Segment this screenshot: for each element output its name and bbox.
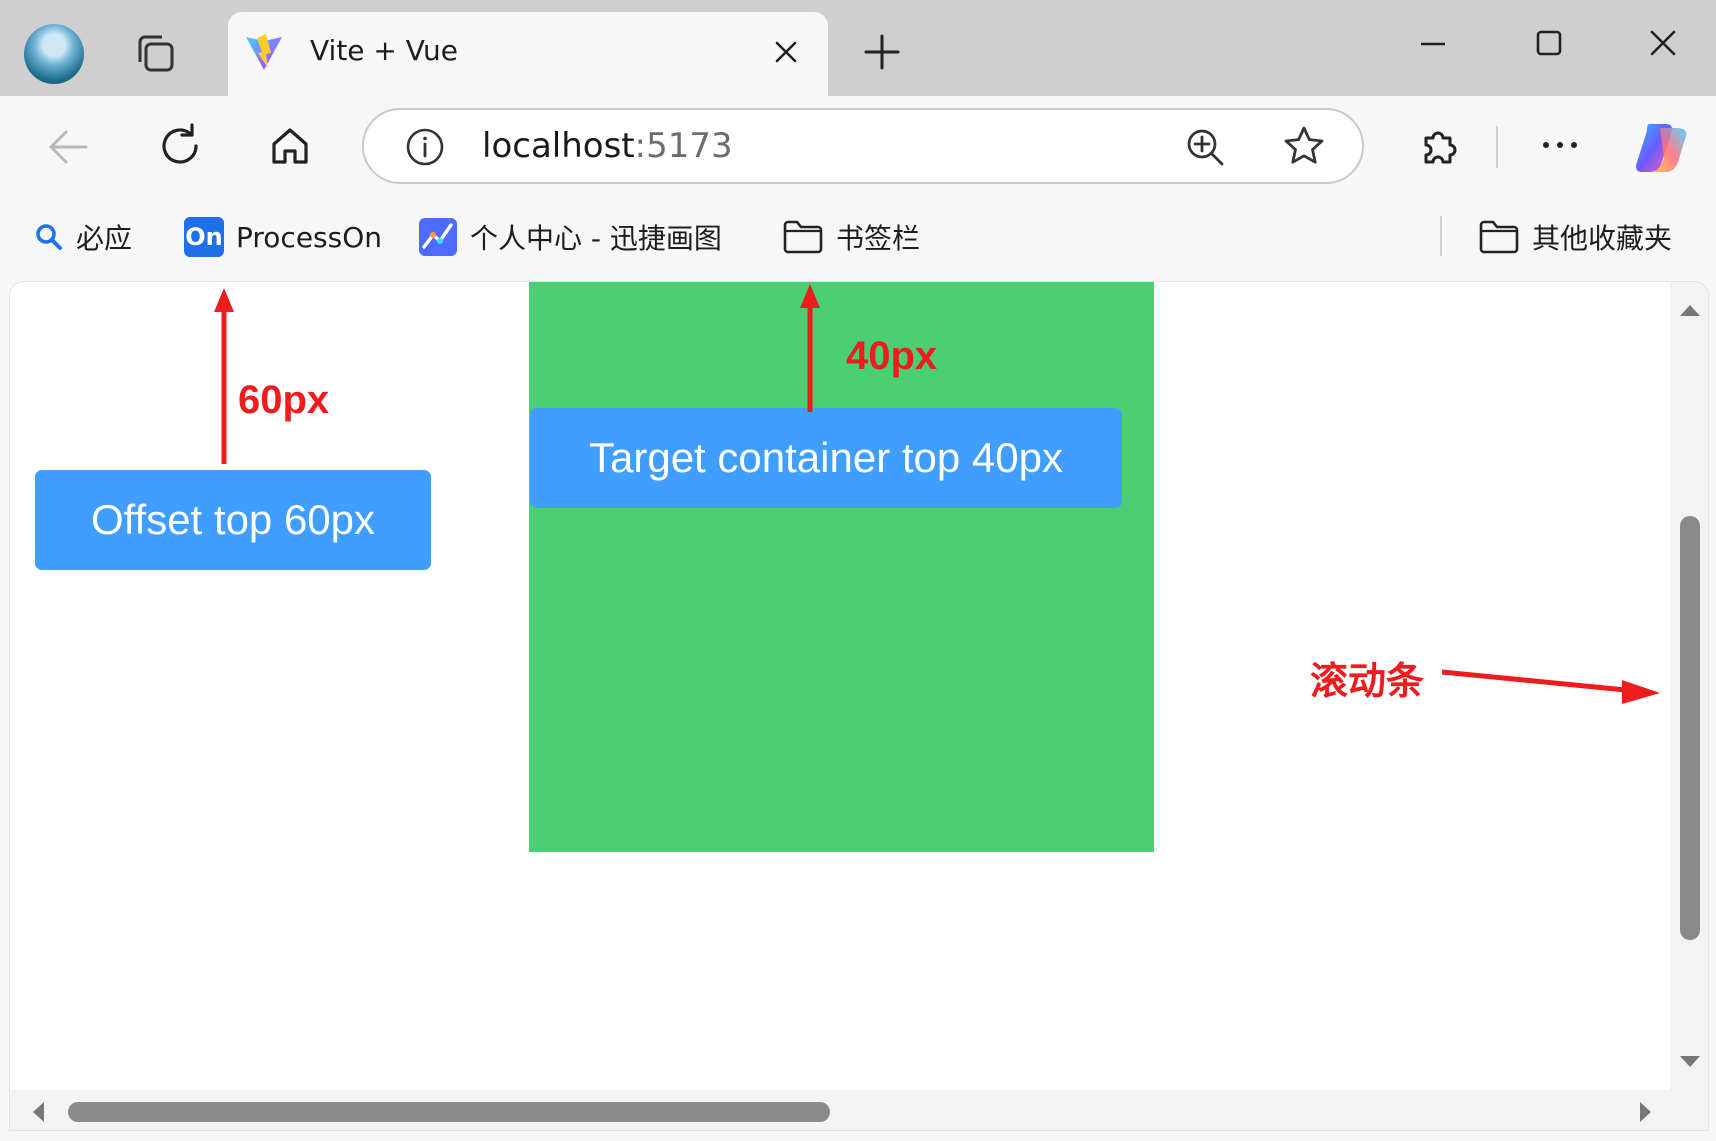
url-text[interactable]: localhost:5173 (482, 126, 733, 166)
tab-close-icon[interactable] (772, 38, 800, 66)
toolbar-divider (1496, 126, 1498, 168)
site-info-icon[interactable] (404, 126, 446, 168)
url-host: localhost (482, 126, 635, 166)
reload-icon[interactable] (156, 122, 204, 170)
annotation-60px: 60px (238, 378, 330, 422)
bookmark-bing[interactable]: 必应 (34, 214, 132, 260)
xunjie-icon (419, 218, 457, 256)
copilot-icon[interactable] (1632, 118, 1692, 178)
arrow-scrollbar (1441, 669, 1660, 704)
scroll-down-arrow-icon[interactable] (1678, 1054, 1702, 1070)
bookmark-label: 其他收藏夹 (1532, 222, 1673, 255)
other-favorites[interactable]: 其他收藏夹 (1478, 214, 1672, 260)
bookmark-label: 书签栏 (836, 222, 921, 255)
bing-search-icon (36, 224, 62, 250)
vite-icon (246, 34, 282, 70)
scroll-up-arrow-icon[interactable] (1678, 302, 1702, 318)
extensions-puzzle-icon[interactable] (1416, 124, 1462, 170)
window-close-icon[interactable] (1648, 28, 1678, 58)
zoom-in-icon[interactable] (1184, 126, 1226, 168)
bookmark-xunjie[interactable]: 个人中心 - 迅捷画图 (418, 214, 722, 260)
bookmark-label: ProcessOn (236, 220, 383, 254)
home-icon[interactable] (266, 122, 314, 170)
page-viewport: Offset top 60px Target container top 40p… (10, 282, 1708, 1130)
folder-icon (1479, 220, 1519, 254)
annotation-40px: 40px (846, 334, 938, 378)
bookmark-label: 个人中心 - 迅捷画图 (470, 222, 722, 255)
scroll-right-arrow-icon[interactable] (1638, 1100, 1654, 1124)
scroll-left-arrow-icon[interactable] (30, 1100, 46, 1124)
maximize-icon[interactable] (1534, 28, 1564, 58)
minimize-icon[interactable] (1418, 28, 1448, 58)
more-options-icon[interactable] (1540, 130, 1580, 160)
bookmark-label: 必应 (76, 222, 133, 255)
bookmarks-divider (1440, 216, 1442, 256)
favorite-star-icon[interactable] (1282, 124, 1326, 168)
profile-avatar[interactable] (24, 24, 84, 84)
tab-title: Vite + Vue (310, 34, 459, 67)
folder-icon (783, 220, 823, 254)
horizontal-scroll-thumb[interactable] (68, 1102, 830, 1122)
bookmark-folder-bar[interactable]: 书签栏 (782, 214, 920, 260)
workspaces-icon[interactable] (132, 32, 178, 74)
processon-icon: On (184, 217, 224, 257)
new-tab-icon[interactable] (862, 32, 902, 72)
annotation-scrollbar: 滚动条 (1310, 659, 1425, 703)
arrow-target-40 (800, 284, 820, 412)
arrow-offset-60 (214, 288, 234, 464)
vertical-scroll-thumb[interactable] (1680, 516, 1700, 940)
bookmark-processon[interactable]: On ProcessOn (184, 214, 382, 260)
back-arrow-icon[interactable] (46, 124, 92, 170)
url-port: :5173 (634, 126, 733, 166)
